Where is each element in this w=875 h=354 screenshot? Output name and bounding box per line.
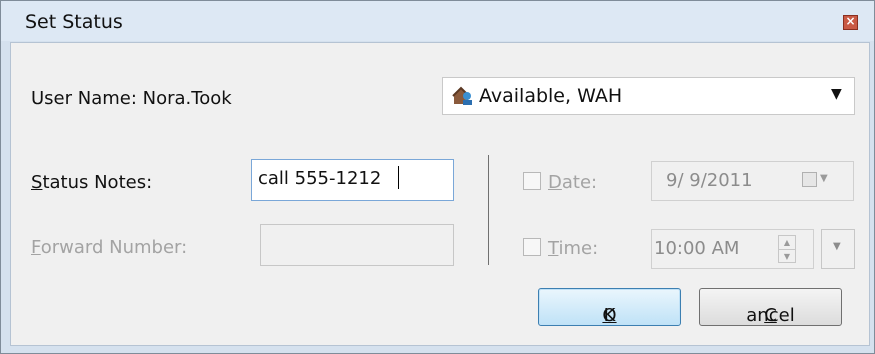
set-status-dialog: Set Status × User Name: Nora.Took Availa… bbox=[0, 0, 875, 354]
ok-button[interactable]: OK bbox=[538, 288, 681, 326]
chevron-down-icon: ▼ bbox=[833, 241, 841, 252]
calendar-icon bbox=[802, 172, 817, 187]
title-bar[interactable]: Set Status × bbox=[1, 1, 874, 41]
status-notes-label: Status Notes: bbox=[31, 172, 153, 193]
dialog-body: User Name: Nora.Took Available, WAH ▼ St… bbox=[10, 42, 870, 346]
text-caret bbox=[398, 166, 399, 189]
chevron-down-icon: ▼ bbox=[820, 173, 828, 184]
time-dropdown-button[interactable]: ▼ bbox=[821, 229, 855, 269]
cancel-button[interactable]: Cancel bbox=[699, 288, 842, 326]
time-label: Time: bbox=[548, 238, 599, 259]
spin-down-icon[interactable]: ▼ bbox=[779, 249, 795, 263]
forward-number-input[interactable] bbox=[260, 224, 454, 266]
status-available-wah-icon bbox=[452, 86, 472, 105]
chevron-down-icon: ▼ bbox=[831, 86, 842, 102]
date-value: 9/ 9/2011 bbox=[666, 170, 753, 191]
time-checkbox[interactable] bbox=[523, 238, 541, 256]
status-dropdown[interactable]: Available, WAH ▼ bbox=[442, 77, 855, 115]
dialog-title: Set Status bbox=[25, 11, 123, 33]
date-picker[interactable]: 9/ 9/2011 ▼ bbox=[651, 161, 854, 201]
time-input[interactable]: 10:00 AM ▲ ▼ bbox=[651, 229, 814, 269]
status-selected-value: Available, WAH bbox=[479, 85, 623, 107]
status-notes-input[interactable]: call 555-1212 bbox=[251, 159, 454, 201]
spin-up-icon[interactable]: ▲ bbox=[779, 236, 795, 249]
close-button[interactable]: × bbox=[843, 14, 858, 30]
user-name-label: User Name: Nora.Took bbox=[31, 88, 232, 109]
close-icon: × bbox=[845, 14, 856, 28]
vertical-divider bbox=[488, 155, 489, 265]
date-label: Date: bbox=[548, 172, 598, 193]
time-value: 10:00 AM bbox=[654, 238, 740, 259]
forward-number-label: Forward Number: bbox=[31, 237, 188, 258]
date-checkbox[interactable] bbox=[523, 172, 541, 190]
status-notes-value: call 555-1212 bbox=[258, 168, 382, 189]
time-spinner[interactable]: ▲ ▼ bbox=[778, 235, 796, 263]
